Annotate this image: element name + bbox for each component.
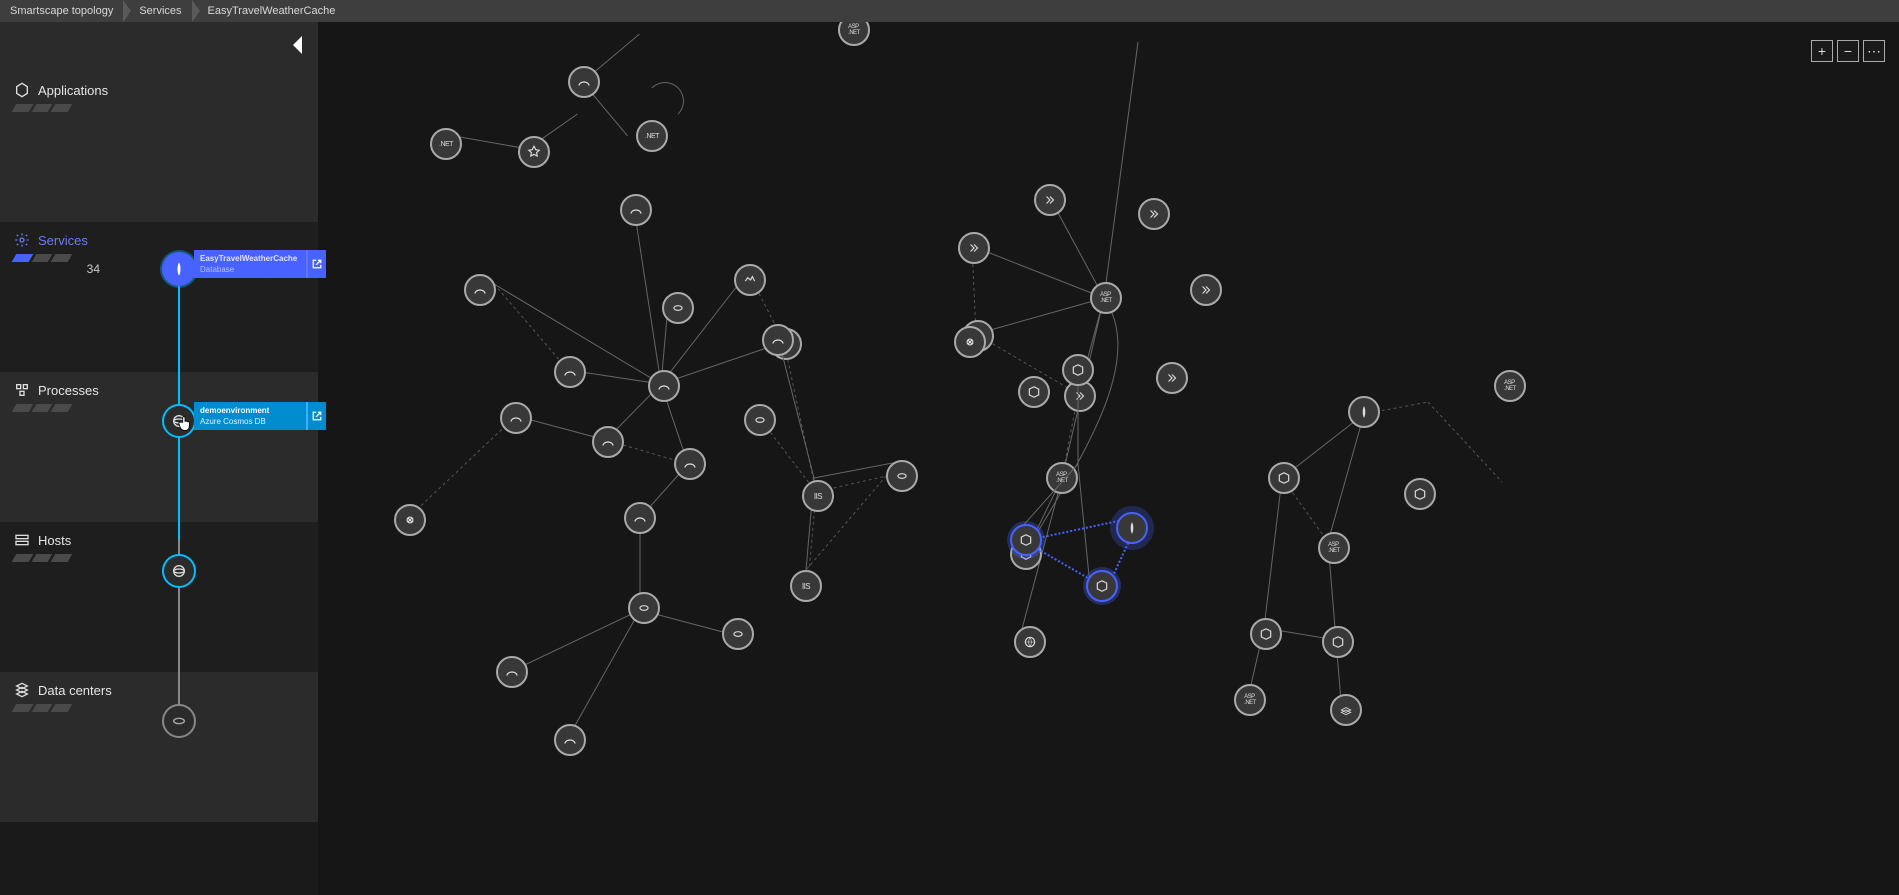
topology-node[interactable]: ASP.NET — [1318, 532, 1350, 564]
layer-header-services: Services — [0, 222, 318, 250]
layer-header-applications: Applications — [0, 72, 318, 100]
topology-node-related[interactable] — [1010, 524, 1042, 556]
open-external-icon[interactable] — [308, 402, 326, 430]
axis-node-datacenter[interactable] — [162, 704, 196, 738]
topology-node[interactable]: .NET — [430, 128, 462, 160]
axis-node-process[interactable] — [162, 404, 196, 438]
topology-node[interactable] — [662, 292, 694, 324]
topology-node[interactable] — [1014, 626, 1046, 658]
open-external-icon[interactable] — [308, 250, 326, 278]
health-bar-processes — [12, 404, 73, 412]
topology-node[interactable] — [958, 232, 990, 264]
hexagon-icon — [14, 82, 30, 98]
topology-node[interactable]: IIS — [790, 570, 822, 602]
layer-label: Processes — [38, 383, 99, 398]
health-bar-hosts — [12, 554, 73, 562]
layer-header-datacenters: Data centers — [0, 672, 318, 700]
topology-node[interactable] — [1250, 618, 1282, 650]
layer-datacenters[interactable]: Data centers — [0, 672, 318, 822]
breadcrumb-item-services[interactable]: Services — [129, 0, 191, 22]
topology-node[interactable] — [648, 370, 680, 402]
topology-node[interactable]: .NET — [636, 120, 668, 152]
layer-label: Applications — [38, 83, 108, 98]
topology-node[interactable]: IIS — [802, 480, 834, 512]
topology-node[interactable] — [554, 356, 586, 388]
topology-node[interactable] — [592, 426, 624, 458]
topology-node[interactable] — [1156, 362, 1188, 394]
topology-node[interactable] — [734, 264, 766, 296]
topology-node-selected[interactable] — [1116, 512, 1148, 544]
card-process[interactable]: demoenvironment Azure Cosmos DB — [194, 402, 308, 430]
breadcrumb-item-root[interactable]: Smartscape topology — [0, 0, 123, 22]
topology-node[interactable] — [762, 324, 794, 356]
topology-node[interactable] — [954, 326, 986, 358]
layer-processes[interactable]: Processes — [0, 372, 318, 522]
breadcrumb: Smartscape topology Services EasyTravelW… — [0, 0, 1899, 22]
layer-label: Services — [38, 233, 88, 248]
topology-node[interactable] — [518, 136, 550, 168]
layer-services[interactable]: Services 34 — [0, 222, 318, 372]
card-subtitle: Database — [200, 265, 300, 274]
topology-node[interactable] — [500, 402, 532, 434]
layer-count-services: 34 — [0, 262, 100, 276]
layer-header-hosts: Hosts — [0, 522, 318, 550]
topology-node[interactable] — [886, 460, 918, 492]
layer-applications[interactable]: Applications — [0, 72, 318, 222]
topology-node[interactable]: ASP.NET — [1234, 684, 1266, 716]
topology-node[interactable] — [464, 274, 496, 306]
layer-hosts[interactable]: Hosts — [0, 522, 318, 672]
card-selected-service[interactable]: EasyTravelWeatherCache Database — [194, 250, 308, 278]
topology-node[interactable] — [674, 448, 706, 480]
topology-node[interactable] — [496, 656, 528, 688]
topology-node[interactable] — [624, 502, 656, 534]
graph-edge-self-loop — [646, 82, 684, 120]
zoom-out-button[interactable]: − — [1837, 40, 1859, 62]
layer-header-processes: Processes — [0, 372, 318, 400]
topology-node[interactable] — [1062, 354, 1094, 386]
topology-node[interactable] — [1268, 462, 1300, 494]
topology-node[interactable] — [620, 194, 652, 226]
datacenter-icon — [14, 682, 30, 698]
layer-label: Hosts — [38, 533, 71, 548]
card-title: EasyTravelWeatherCache — [200, 254, 300, 263]
topology-node[interactable] — [628, 592, 660, 624]
topology-node[interactable]: ASP.NET — [838, 22, 870, 46]
topology-canvas[interactable]: + − ⋯ .NET .NET — [318, 22, 1899, 895]
more-options-button[interactable]: ⋯ — [1863, 40, 1885, 62]
topology-node[interactable]: ASP.NET — [1494, 370, 1526, 402]
health-bar-datacenters — [12, 704, 73, 712]
topology-node-hub[interactable]: ASP.NET — [1090, 282, 1122, 314]
topology-node[interactable] — [568, 66, 600, 98]
topology-node[interactable] — [1190, 274, 1222, 306]
gear-icon — [14, 232, 30, 248]
topology-node[interactable] — [1348, 396, 1380, 428]
host-icon — [14, 532, 30, 548]
topology-node[interactable] — [1330, 694, 1362, 726]
process-icon — [14, 382, 30, 398]
topology-node[interactable] — [394, 504, 426, 536]
topology-node[interactable] — [554, 724, 586, 756]
axis-node-host[interactable] — [162, 554, 196, 588]
card-subtitle: Azure Cosmos DB — [200, 417, 300, 426]
topology-node[interactable] — [1404, 478, 1436, 510]
axis-node-service[interactable] — [162, 252, 196, 286]
zoom-controls: + − ⋯ — [1811, 40, 1885, 62]
sidebar: Applications Services 34 Processes — [0, 22, 318, 895]
topology-node[interactable] — [1138, 198, 1170, 230]
layer-label: Data centers — [38, 683, 112, 698]
graph-edge-group — [1218, 362, 1558, 742]
topology-node[interactable] — [1322, 626, 1354, 658]
zoom-in-button[interactable]: + — [1811, 40, 1833, 62]
topology-node-related[interactable] — [1086, 570, 1118, 602]
health-bar-applications — [12, 104, 73, 112]
layer-axis-line — [178, 268, 180, 720]
card-title: demoenvironment — [200, 406, 300, 415]
sidebar-collapse-row — [0, 22, 318, 72]
collapse-sidebar-icon[interactable] — [293, 36, 302, 54]
health-bar-services — [12, 254, 73, 262]
topology-node[interactable] — [1018, 376, 1050, 408]
breadcrumb-item-current[interactable]: EasyTravelWeatherCache — [198, 0, 346, 22]
topology-node[interactable] — [1034, 184, 1066, 216]
